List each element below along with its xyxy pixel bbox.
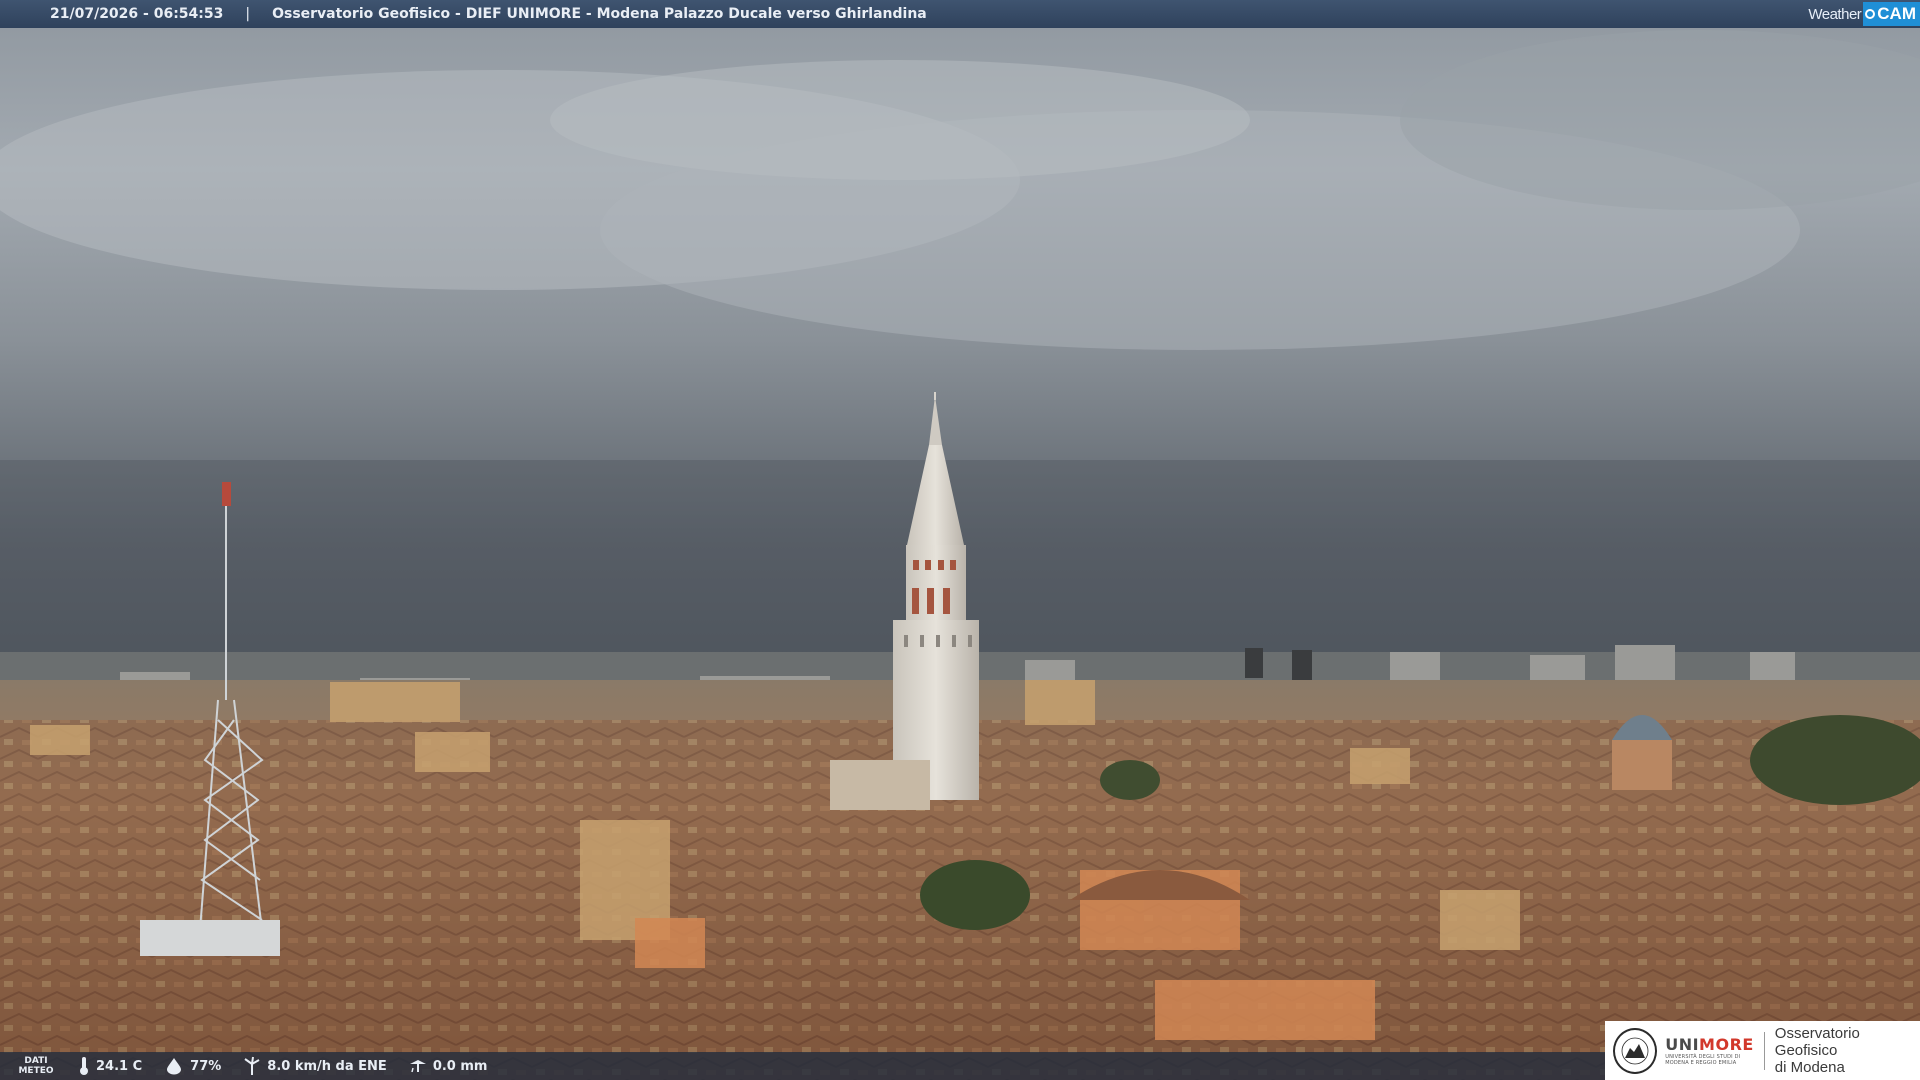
camera-location-title: Osservatorio Geofisico - DIEF UNIMORE - … bbox=[272, 6, 927, 22]
wind-reading: 8.0 km/h da ENE bbox=[243, 1056, 387, 1076]
rain-reading: 0.0 mm bbox=[409, 1058, 488, 1074]
unimore-uni: UNI bbox=[1665, 1035, 1700, 1054]
header-separator: | bbox=[245, 6, 251, 22]
weathercam-logo: Weather CAM bbox=[1808, 0, 1920, 28]
humidity-reading: 77% bbox=[164, 1057, 221, 1075]
droplet-icon bbox=[167, 1058, 182, 1075]
timestamp: 21/07/2026 - 06:54:53 bbox=[50, 6, 224, 22]
logo-divider bbox=[1763, 1031, 1765, 1070]
wind-value: 8.0 km/h da ENE bbox=[267, 1058, 387, 1074]
weathercam-logo-cam: CAM bbox=[1877, 4, 1916, 23]
unimore-logo: UNIMORE UNIVERSITÀ DEGLI STUDI DI MODENA… bbox=[1605, 1021, 1920, 1080]
meteo-data-label: DATI METEO bbox=[12, 1056, 60, 1076]
camera-lens-icon bbox=[1865, 9, 1876, 19]
unimore-name: UNIMORE bbox=[1665, 1035, 1754, 1054]
weathercam-logo-weather: Weather bbox=[1808, 5, 1862, 23]
webcam-image bbox=[0, 0, 1920, 1080]
info-header-bar: 21/07/2026 - 06:54:53 | Osservatorio Geo… bbox=[0, 0, 1920, 28]
temperature-reading: 24.1 C bbox=[78, 1056, 142, 1076]
wind-turbine-icon bbox=[244, 1056, 260, 1075]
unimore-more: MORE bbox=[1699, 1035, 1754, 1054]
unimore-wordmark: UNIMORE UNIVERSITÀ DEGLI STUDI DI MODENA… bbox=[1665, 1035, 1754, 1066]
observatory-name: Osservatorio Geofisico di Modena bbox=[1775, 1025, 1920, 1076]
meteo-data-bar: DATI METEO 24.1 C 77% 8.0 km/h da ENE 0.… bbox=[0, 1052, 1605, 1080]
weathercam-logo-cam-box: CAM bbox=[1863, 2, 1920, 26]
thermometer-icon bbox=[80, 1057, 88, 1075]
rain-gauge-icon bbox=[409, 1060, 426, 1073]
observatory-line2: di Modena bbox=[1774, 1059, 1845, 1076]
meteo-label-line1: DATI bbox=[24, 1056, 48, 1066]
temperature-value: 24.1 C bbox=[96, 1058, 143, 1074]
university-seal-icon bbox=[1613, 1027, 1658, 1074]
humidity-value: 77% bbox=[190, 1058, 222, 1074]
rain-value: 0.0 mm bbox=[432, 1058, 488, 1074]
observatory-line1: Osservatorio Geofisico bbox=[1774, 1025, 1860, 1059]
university-name-line2: MODENA E REGGIO EMILIA bbox=[1665, 1060, 1737, 1066]
meteo-label-line2: METEO bbox=[18, 1066, 54, 1076]
